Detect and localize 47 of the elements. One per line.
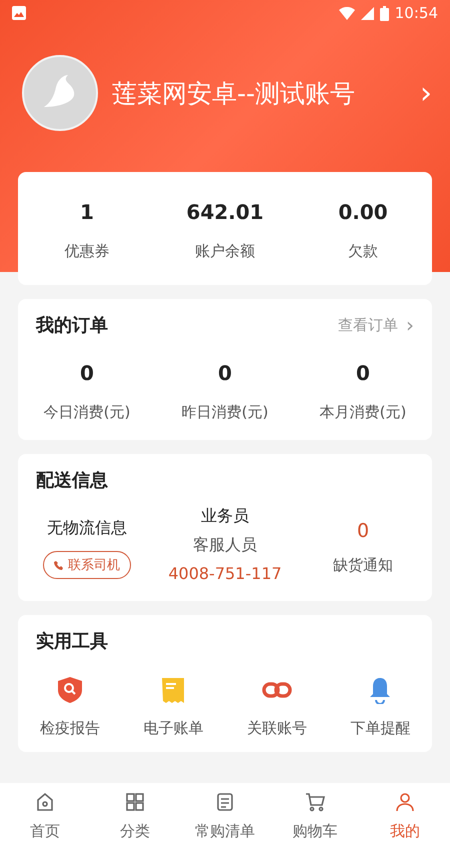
shield-search-icon — [56, 676, 83, 704]
grid-icon — [125, 792, 145, 812]
logistics-status: 无物流信息 — [47, 518, 127, 539]
receipt-icon — [161, 676, 186, 704]
avatar[interactable] — [22, 55, 98, 131]
account-name[interactable]: 莲菜网安卓--测试账号 — [112, 76, 406, 110]
summary-value: 642.01 — [186, 200, 264, 224]
nav-tab[interactable]: 我的 — [390, 822, 420, 841]
phone-number[interactable]: 4008-751-117 — [168, 564, 282, 583]
home-icon — [35, 792, 55, 812]
cart-icon — [305, 792, 325, 812]
status-time: 10:54 — [394, 4, 438, 22]
nav-tab[interactable]: 分类 — [120, 822, 150, 841]
shortage-label[interactable]: 缺货通知 — [333, 556, 393, 575]
user-icon — [395, 792, 415, 812]
summary-value: 1 — [80, 200, 94, 224]
nav-tab[interactable]: 购物车 — [292, 822, 338, 841]
order-stat-label: 今日消费(元) — [44, 403, 130, 422]
summary-value: 0.00 — [338, 200, 388, 224]
order-stat-value: 0 — [80, 361, 94, 385]
link-icon — [262, 681, 292, 699]
tool-label[interactable]: 电子账单 — [143, 719, 204, 738]
role-label: 业务员 — [201, 506, 249, 527]
agent-name: 客服人员 — [193, 535, 257, 556]
section-title: 实用工具 — [36, 630, 108, 653]
tool-label[interactable]: 检疫报告 — [40, 719, 100, 738]
image-icon — [12, 6, 26, 20]
order-stat-value: 0 — [218, 361, 232, 385]
nav-tab[interactable]: 常购清单 — [195, 822, 255, 841]
tool-label[interactable]: 关联账号 — [246, 719, 307, 738]
nav-tab[interactable]: 首页 — [30, 822, 60, 841]
wifi-icon — [338, 6, 355, 20]
chevron-icon[interactable]: › — [420, 76, 432, 110]
summary-label[interactable]: 账户余额 — [195, 242, 255, 261]
list-icon — [215, 792, 235, 812]
section-title: 配送信息 — [36, 469, 108, 492]
shortage-count: 0 — [356, 520, 370, 542]
order-stat-label: 昨日消费(元) — [182, 403, 268, 422]
tool-label[interactable]: 下单提醒 — [350, 719, 410, 738]
summary-label[interactable]: 欠款 — [348, 242, 378, 261]
summary-label[interactable]: 优惠券 — [64, 242, 110, 261]
contact-driver-button[interactable]: 联系司机 — [43, 551, 131, 579]
order-stat-value: 0 — [356, 361, 370, 385]
signal-icon — [360, 6, 374, 20]
section-title: 我的订单 — [36, 314, 108, 337]
phone-icon — [54, 560, 64, 570]
order-stat-label: 本月消费(元) — [320, 403, 406, 422]
